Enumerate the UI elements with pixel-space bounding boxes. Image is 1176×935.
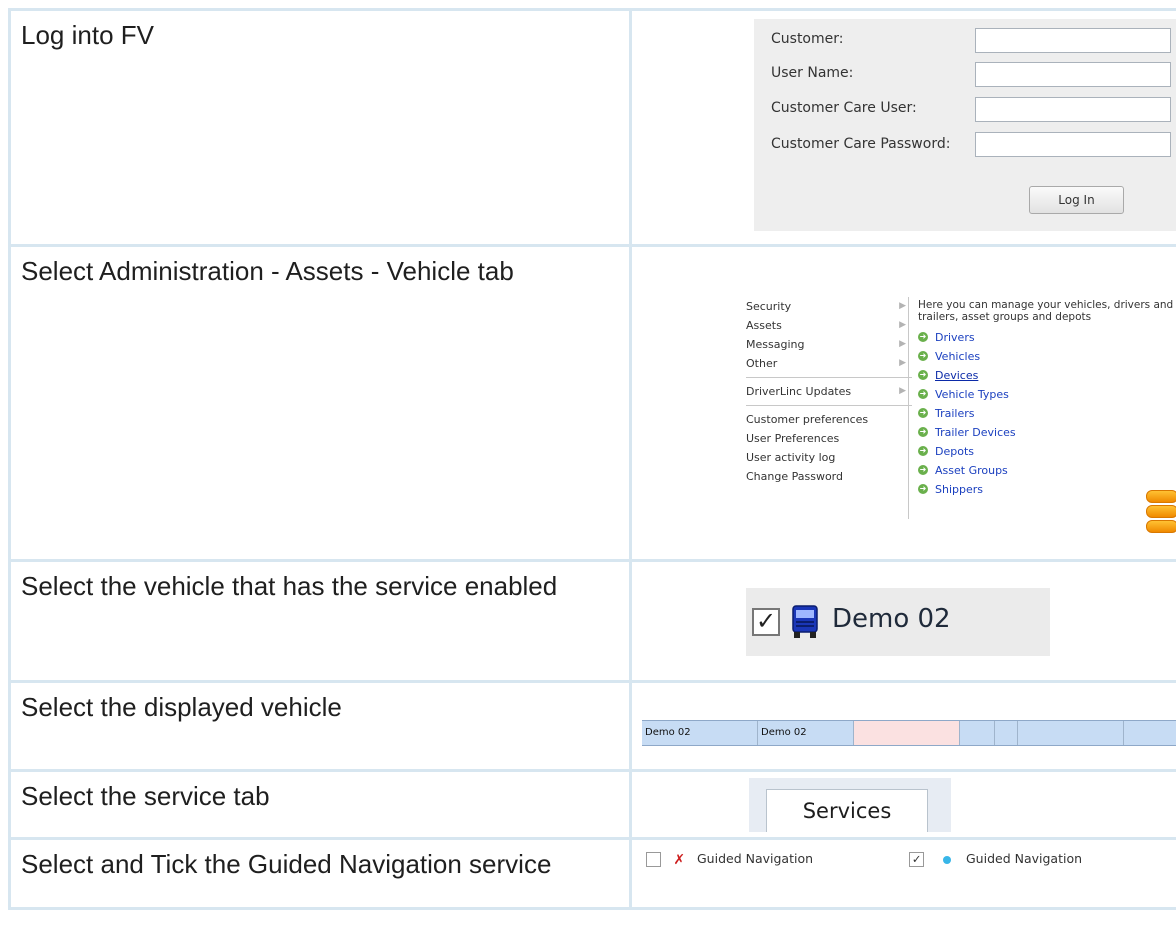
- customer-label: Customer:: [771, 31, 844, 47]
- menu-item-other[interactable]: Other ▶: [746, 354, 912, 373]
- link-devices[interactable]: ➜ Devices: [918, 366, 1176, 385]
- menu-divider: [746, 405, 912, 406]
- grid-cell: [853, 721, 959, 745]
- instruction-table: Log into FV Customer: User Name: Custome…: [8, 8, 1176, 910]
- layers-stack-icon[interactable]: [1146, 490, 1176, 534]
- cc-password-field[interactable]: [975, 132, 1171, 157]
- link-vehicles[interactable]: ➜ Vehicles: [918, 347, 1176, 366]
- step-3-text: Select the vehicle that has the service …: [8, 559, 632, 683]
- grid-cell: [959, 721, 994, 745]
- panel-divider: [908, 297, 909, 519]
- cc-user-label: Customer Care User:: [771, 100, 917, 116]
- guided-navigation-label: Guided Navigation: [966, 851, 1083, 866]
- admin-menu: Security ▶ Assets ▶ Messaging ▶ Other ▶ Driv…: [746, 297, 912, 486]
- chevron-right-icon: ▶: [899, 320, 906, 330]
- link-drivers[interactable]: ➜ Drivers: [918, 328, 1176, 347]
- customer-field[interactable]: [975, 28, 1171, 53]
- chevron-right-icon: ▶: [899, 339, 906, 349]
- menu-item-change-password[interactable]: Change Password: [746, 467, 912, 486]
- step-6-screenshot: ✗ Guided Navigation ✓ Guided Navigation: [629, 837, 1176, 910]
- guided-navigation-service: ✗ Guided Navigation ✓ Guided Navigation: [646, 848, 1176, 878]
- step-4-screenshot: Demo 02 Demo 02: [629, 680, 1176, 772]
- username-field[interactable]: [975, 62, 1171, 87]
- link-asset-groups[interactable]: ➜ Asset Groups: [918, 461, 1176, 480]
- link-trailers[interactable]: ➜ Trailers: [918, 404, 1176, 423]
- administration-panel: Security ▶ Assets ▶ Messaging ▶ Other ▶ Driv…: [634, 249, 1176, 548]
- menu-item-security[interactable]: Security ▶: [746, 297, 912, 316]
- green-arrow-icon: ➜: [918, 332, 928, 342]
- menu-item-user-activity-log[interactable]: User activity log: [746, 448, 912, 467]
- step-3-screenshot: ✓ Demo 02: [629, 559, 1176, 683]
- vehicle-checkbox[interactable]: ✓: [752, 608, 780, 636]
- link-vehicle-types[interactable]: ➜ Vehicle Types: [918, 385, 1176, 404]
- login-panel: Customer: User Name: Customer Care User:…: [754, 19, 1176, 231]
- menu-divider: [746, 377, 912, 378]
- grid-cell: Demo 02: [757, 721, 853, 745]
- menu-item-messaging[interactable]: Messaging ▶: [746, 335, 912, 354]
- step-6-text: Select and Tick the Guided Navigation se…: [8, 837, 632, 910]
- menu-item-customer-preferences[interactable]: Customer preferences: [746, 410, 912, 429]
- guided-navigation-checkbox-ticked[interactable]: ✓: [909, 852, 924, 867]
- green-arrow-icon: ➜: [918, 484, 928, 494]
- cross-icon: ✗: [674, 849, 685, 869]
- link-trailer-devices[interactable]: ➜ Trailer Devices: [918, 423, 1176, 442]
- guided-navigation-label: Guided Navigation: [697, 851, 814, 866]
- step-2-screenshot: Security ▶ Assets ▶ Messaging ▶ Other ▶ Driv…: [629, 244, 1176, 562]
- link-depots[interactable]: ➜ Depots: [918, 442, 1176, 461]
- vehicle-item[interactable]: ✓ Demo 02: [746, 588, 1050, 656]
- step-2-text: Select Administration - Assets - Vehicle…: [8, 244, 632, 562]
- cc-user-field[interactable]: [975, 97, 1171, 122]
- step-1-screenshot: Customer: User Name: Customer Care User:…: [629, 8, 1176, 247]
- guided-navigation-checkbox-unticked[interactable]: [646, 852, 661, 867]
- chevron-right-icon: ▶: [899, 301, 906, 311]
- grid-cell: [1017, 721, 1123, 745]
- chevron-right-icon: ▶: [899, 386, 906, 396]
- menu-item-driverlinc-updates[interactable]: DriverLinc Updates ▶: [746, 382, 912, 401]
- username-label: User Name:: [771, 65, 854, 81]
- vehicle-grid-row[interactable]: Demo 02 Demo 02: [642, 720, 1176, 746]
- step-1-text: Log into FV: [8, 8, 632, 247]
- green-arrow-icon: ➜: [918, 351, 928, 361]
- green-arrow-icon: ➜: [918, 465, 928, 475]
- green-arrow-icon: ➜: [918, 408, 928, 418]
- step-5-text: Select the service tab: [8, 769, 632, 840]
- chevron-right-icon: ▶: [899, 358, 906, 368]
- status-dot-icon: [943, 856, 951, 864]
- grid-cell: Demo 02: [645, 727, 691, 738]
- green-arrow-icon: ➜: [918, 446, 928, 456]
- green-arrow-icon: ➜: [918, 427, 928, 437]
- assets-links-panel: Here you can manage your vehicles, drive…: [918, 299, 1176, 499]
- vehicle-name: Demo 02: [832, 604, 951, 634]
- tab-services[interactable]: Services: [766, 789, 928, 832]
- step-5-screenshot: Services: [629, 769, 1176, 840]
- truck-icon: [792, 605, 818, 638]
- menu-item-user-preferences[interactable]: User Preferences: [746, 429, 912, 448]
- login-button[interactable]: Log In: [1029, 186, 1124, 214]
- link-shippers[interactable]: ➜ Shippers: [918, 480, 1176, 499]
- green-arrow-icon: ➜: [918, 370, 928, 380]
- cc-password-label: Customer Care Password:: [771, 136, 951, 152]
- green-arrow-icon: ➜: [918, 389, 928, 399]
- assets-intro-text: Here you can manage your vehicles, drive…: [918, 299, 1174, 323]
- grid-cell: [1123, 721, 1176, 745]
- menu-item-assets[interactable]: Assets ▶: [746, 316, 912, 335]
- grid-cell: [994, 721, 1017, 745]
- step-4-text: Select the displayed vehicle: [8, 680, 632, 772]
